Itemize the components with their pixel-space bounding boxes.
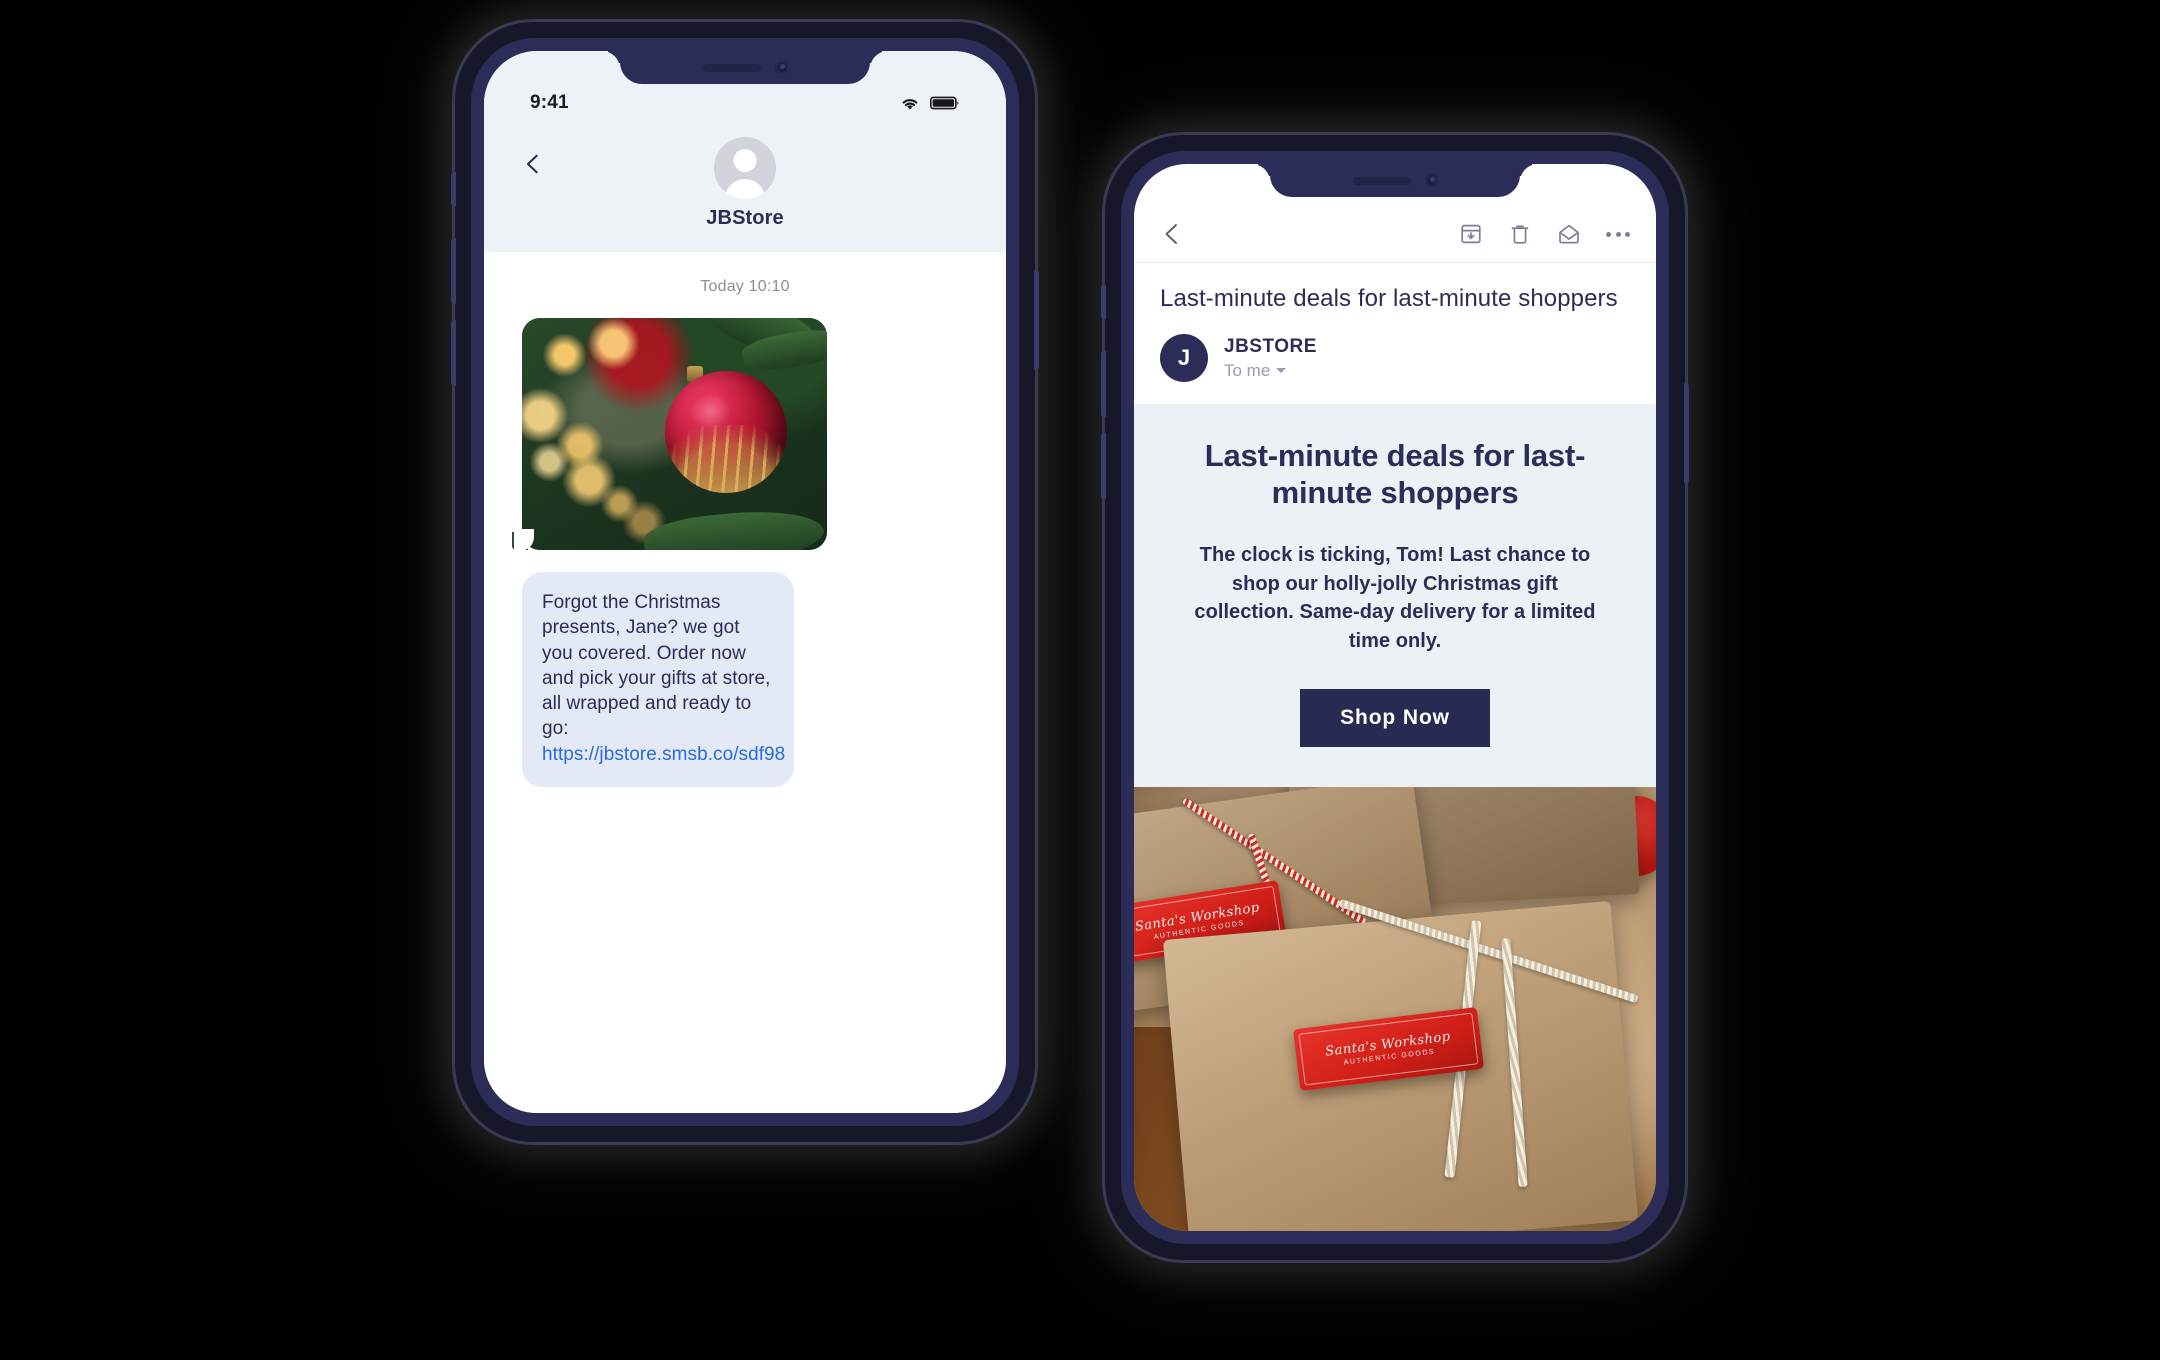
mute-switch[interactable]: [1101, 285, 1106, 319]
image-message-wrapper: [510, 318, 980, 551]
email-sender-row: J JBSTORE To me: [1160, 334, 1630, 383]
wifi-icon: [902, 99, 918, 110]
shop-now-button[interactable]: Shop Now: [1300, 688, 1490, 747]
trash-icon[interactable]: [1508, 222, 1532, 246]
conversation-timestamp: Today 10:10: [700, 278, 790, 295]
person-avatar-icon: [713, 137, 776, 199]
front-camera: [774, 61, 788, 74]
chevron-left-icon[interactable]: [522, 153, 544, 175]
email-subject: Last-minute deals for last-minute shoppe…: [1160, 285, 1618, 312]
more-options-icon[interactable]: [1606, 231, 1630, 237]
battery-full-icon: [930, 96, 959, 110]
sms-screen: 9:41 JBStore Today 10:10 Forgot the Chri…: [484, 51, 1006, 1113]
sms-conversation: Today 10:10 Forgot the Christmas present…: [484, 252, 1006, 1113]
envelope-open-icon[interactable]: [1557, 222, 1581, 246]
sms-contact-name: JBStore: [706, 207, 784, 229]
sender-avatar: J: [1160, 334, 1208, 383]
earpiece-speaker: [702, 63, 761, 72]
ornament-ball: [665, 371, 788, 494]
power-button[interactable]: [1684, 383, 1689, 483]
text-message-link[interactable]: https://jbstore.smsb.co/sdf98: [542, 742, 785, 767]
email-recipient-label: To me: [1224, 360, 1271, 380]
email-action-icons: [1459, 222, 1630, 246]
sms-contact-block[interactable]: JBStore: [706, 137, 784, 230]
sms-phone-bezel: 9:41 JBStore Today 10:10 Forgot the Chri…: [471, 38, 1019, 1126]
email-phone-mockup: Last-minute deals for last-minute shoppe…: [1101, 135, 1689, 1260]
newsletter-hero: Last-minute deals for last-minute shoppe…: [1134, 404, 1656, 787]
volume-down-button[interactable]: [451, 320, 456, 386]
gift-wrap-photo: Santa's Workshop AUTHENTIC GOODS Santa's…: [1134, 786, 1656, 1231]
email-message-header: Last-minute deals for last-minute shoppe…: [1134, 263, 1656, 405]
power-button[interactable]: [1034, 270, 1039, 370]
newsletter-hero-image: Santa's Workshop AUTHENTIC GOODS Santa's…: [1134, 786, 1656, 1231]
status-bar: 9:41: [514, 91, 976, 115]
christmas-ornament-photo: [522, 318, 827, 550]
screenshot-stage: 9:41 JBStore Today 10:10 Forgot the Chri…: [0, 0, 2160, 1360]
front-camera: [1424, 174, 1438, 187]
chevron-down-icon[interactable]: [1276, 368, 1287, 374]
email-screen: Last-minute deals for last-minute shoppe…: [1134, 164, 1656, 1231]
chevron-left-icon[interactable]: [1160, 222, 1184, 246]
volume-up-button[interactable]: [1101, 351, 1106, 417]
earpiece-speaker: [1352, 176, 1411, 185]
email-phone-bezel: Last-minute deals for last-minute shoppe…: [1121, 151, 1669, 1244]
image-message-bubble[interactable]: [522, 318, 827, 550]
phone-notch: [1270, 164, 1520, 197]
status-bar-icons: [899, 95, 960, 111]
email-sender-name: JBSTORE: [1224, 335, 1317, 357]
text-message-bubble[interactable]: Forgot the Christmas presents, Jane? we …: [513, 572, 794, 787]
newsletter-body: The clock is ticking, Tom! Last chance t…: [1194, 544, 1596, 652]
mute-switch[interactable]: [451, 172, 456, 206]
status-bar-time: 9:41: [530, 92, 569, 113]
sms-nav-row: JBStore: [514, 137, 976, 230]
sms-phone-mockup: 9:41 JBStore Today 10:10 Forgot the Chri…: [451, 22, 1039, 1142]
email-recipient[interactable]: To me: [1224, 361, 1317, 381]
volume-up-button[interactable]: [451, 238, 456, 304]
text-message-body: Forgot the Christmas presents, Jane? we …: [542, 592, 771, 740]
phone-notch: [620, 51, 870, 84]
newsletter-headline: Last-minute deals for last-minute shoppe…: [1204, 438, 1586, 510]
volume-down-button[interactable]: [1101, 433, 1106, 499]
archive-icon[interactable]: [1459, 222, 1483, 246]
